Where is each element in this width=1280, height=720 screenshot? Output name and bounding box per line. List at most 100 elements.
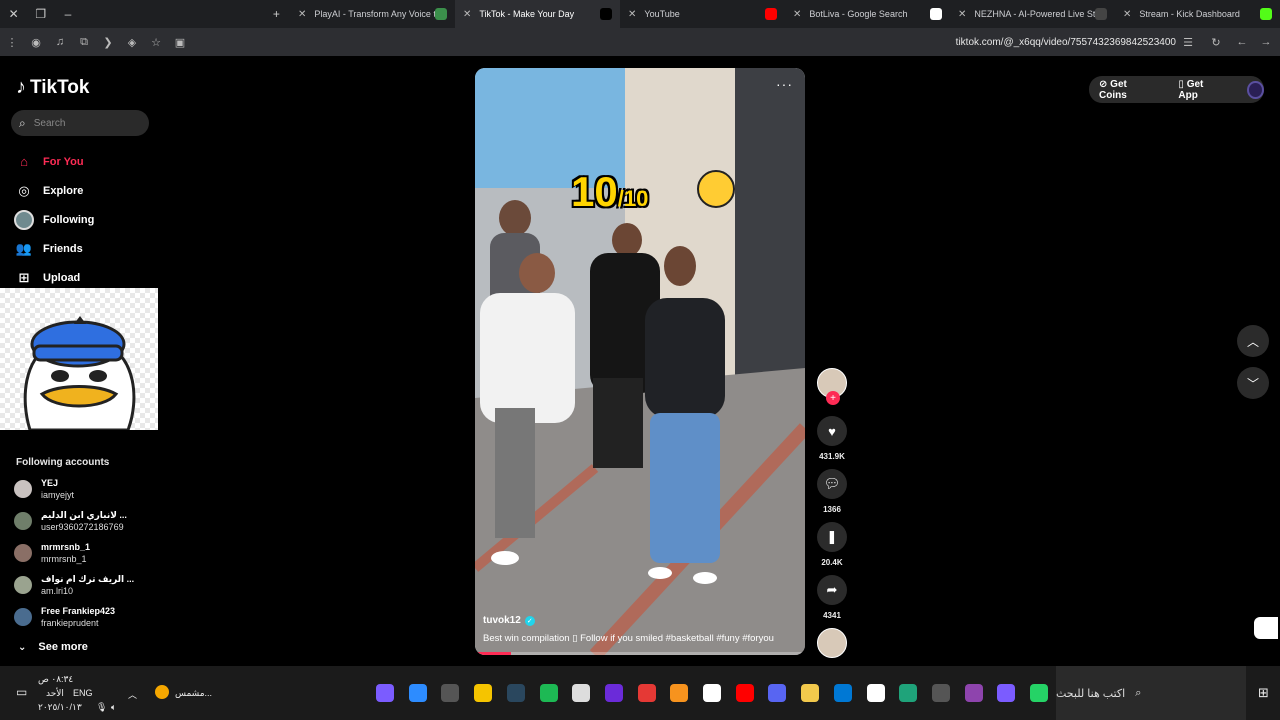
sound-disc-avatar[interactable]: [817, 628, 847, 658]
creator-avatar[interactable]: +: [817, 368, 847, 405]
close-tab-icon[interactable]: ✕: [958, 9, 966, 20]
url-field[interactable]: tiktok.com/@_x6qq/video/7557432369842523…: [956, 37, 1176, 48]
taskbar-whatsapp-icon[interactable]: [1030, 684, 1048, 702]
share-action[interactable]: ➦ 4341: [815, 575, 849, 620]
browser-tab[interactable]: ✕ PlayAI - Transform Any Voice to: [290, 0, 455, 28]
clock-day[interactable]: الأحد: [46, 688, 64, 699]
following-account[interactable]: Free Frankiep423 frankieprudent: [14, 604, 154, 630]
save-action[interactable]: ❚ 20.4K: [815, 522, 849, 567]
floating-extension-button[interactable]: [1254, 617, 1278, 639]
share-icon[interactable]: ➦: [817, 575, 847, 605]
taskbar-chrome-icon[interactable]: [670, 684, 689, 702]
taskbar-app-icon[interactable]: [997, 684, 1016, 702]
following-account[interactable]: YEJ iamyejyt: [14, 476, 154, 502]
heart-icon[interactable]: ♥: [817, 416, 847, 446]
close-tab-icon[interactable]: ✕: [1123, 9, 1131, 20]
taskbar-folder-icon[interactable]: [801, 684, 820, 702]
taskbar-copilot-icon[interactable]: [964, 684, 983, 702]
taskbar-app-icon[interactable]: [931, 684, 950, 702]
forward-icon[interactable]: →: [1254, 28, 1278, 56]
account-handle: user9360272186769: [41, 521, 124, 532]
video-author[interactable]: tuvok12 ✓: [483, 615, 535, 626]
browser-tab[interactable]: ✕ YouTube: [620, 0, 785, 28]
browser-tab[interactable]: ✕ TikTok - Make Your Day: [455, 0, 620, 28]
weather-sun-icon[interactable]: [155, 685, 169, 699]
nav-label: Explore: [43, 184, 84, 197]
bookmark-icon[interactable]: ❚: [817, 522, 847, 552]
comment-action[interactable]: 💬︎ 1366: [815, 469, 849, 514]
taskbar-discord-icon[interactable]: [768, 684, 787, 702]
following-account[interactable]: لانباري ابن الدليم ... user9360272186769: [14, 508, 154, 534]
see-more-button[interactable]: ⌄ See more: [18, 641, 88, 653]
search-input[interactable]: ⌕ Search: [11, 110, 149, 136]
following-account[interactable]: mrmrsnb_1 mrmrsnb_1: [14, 540, 154, 566]
profile-avatar[interactable]: [1247, 80, 1265, 99]
taskbar-search-input[interactable]: ⌕ اكتب هنا للبحث: [1056, 666, 1246, 720]
windows-start-icon[interactable]: ⊞: [1258, 685, 1269, 701]
close-tab-icon[interactable]: ✕: [298, 9, 306, 20]
new-tab-icon[interactable]: +: [263, 0, 290, 28]
video-progress-bar[interactable]: [475, 652, 805, 655]
progress-fill: [475, 652, 512, 655]
taskbar-app-icon[interactable]: [474, 684, 493, 702]
clock-time[interactable]: ٠٨:٣٤ ص: [38, 674, 73, 685]
taskbar-file-icon[interactable]: [703, 684, 721, 702]
previous-video-button[interactable]: ︿: [1237, 325, 1269, 357]
taskbar-app-icon[interactable]: [572, 684, 591, 702]
notification-icon[interactable]: ▭: [16, 685, 27, 699]
tray-up-chevron-icon[interactable]: ︿: [128, 688, 137, 701]
next-video-button[interactable]: ﹀: [1237, 367, 1269, 399]
reload-icon[interactable]: ↻: [1204, 28, 1228, 56]
taskbar-app-icon[interactable]: [604, 684, 623, 702]
tab-search-icon[interactable]: ▣: [168, 28, 192, 56]
weather-text[interactable]: مشمس...: [175, 688, 212, 699]
sidebar-item-explore[interactable]: ◎ Explore: [14, 176, 154, 205]
restore-window-icon[interactable]: ❐: [27, 0, 54, 28]
extension-blue-icon[interactable]: ❯: [96, 28, 120, 56]
comment-icon[interactable]: 💬︎: [817, 469, 847, 499]
site-settings-icon[interactable]: ☰: [1176, 28, 1200, 56]
sidebar-item-friends[interactable]: 👥 Friends: [14, 234, 154, 263]
taskbar-edge-icon[interactable]: [899, 684, 918, 702]
volume-icon[interactable]: 🔈︎: [111, 702, 116, 713]
tiktok-logo[interactable]: ♪ TikTok: [16, 76, 89, 99]
mic-icon[interactable]: 🎙︎: [96, 702, 107, 713]
sidebar-item-following[interactable]: Following: [14, 205, 154, 234]
following-account[interactable]: الريف ترك ام نواف ... am.lri10: [14, 572, 154, 598]
menu-icon[interactable]: ⋮: [0, 28, 24, 56]
close-window-icon[interactable]: ✕: [0, 0, 27, 28]
like-action[interactable]: ♥ 431.9K: [815, 416, 849, 461]
more-options-icon[interactable]: ···: [776, 76, 793, 92]
get-app-button[interactable]: ▯ Get App: [1178, 79, 1233, 101]
sidebar-ad-image[interactable]: [0, 288, 158, 430]
browser-tab[interactable]: ✕ Stream - Kick Dashboard: [1115, 0, 1280, 28]
video-player[interactable]: ··· 10/10 tuvok12 ✓ Best win compilation…: [475, 68, 805, 655]
follow-plus-icon[interactable]: +: [826, 391, 840, 405]
close-tab-icon[interactable]: ✕: [463, 9, 471, 20]
back-icon[interactable]: ←: [1230, 28, 1254, 56]
close-tab-icon[interactable]: ✕: [793, 9, 801, 20]
taskbar-spotify-icon[interactable]: [539, 684, 558, 702]
extension-icon[interactable]: ◉: [24, 28, 48, 56]
taskbar-app-icon[interactable]: [441, 684, 460, 702]
taskbar-app-icon[interactable]: [637, 684, 656, 702]
media-icon[interactable]: ♫: [48, 28, 72, 56]
close-tab-icon[interactable]: ✕: [628, 9, 636, 20]
clock-date[interactable]: ٢٠٢٥/١٠/١٣: [38, 702, 82, 713]
shield-icon[interactable]: ◈: [120, 28, 144, 56]
minimize-window-icon[interactable]: –: [54, 0, 81, 28]
taskbar-outlook-icon[interactable]: [833, 684, 852, 702]
puzzle-icon[interactable]: ⧉: [72, 28, 96, 56]
following-accounts-title: Following accounts: [16, 457, 110, 468]
taskbar-app-icon[interactable]: [376, 684, 394, 702]
sidebar-item-for-you[interactable]: ⌂ For You: [14, 147, 154, 176]
browser-tab[interactable]: ✕ BotLiva - Google Search: [785, 0, 950, 28]
language-indicator[interactable]: ENG: [73, 688, 93, 698]
browser-tab[interactable]: ✕ NEZHNA - AI-Powered Live Stre: [950, 0, 1115, 28]
get-coins-button[interactable]: ⊘ Get Coins: [1099, 79, 1164, 101]
taskbar-youtube-icon[interactable]: [735, 684, 754, 702]
taskbar-steam-icon[interactable]: [506, 684, 525, 702]
taskbar-app-icon[interactable]: [408, 684, 427, 702]
bookmark-star-icon[interactable]: ☆: [144, 28, 168, 56]
taskbar-store-icon[interactable]: [866, 684, 885, 702]
